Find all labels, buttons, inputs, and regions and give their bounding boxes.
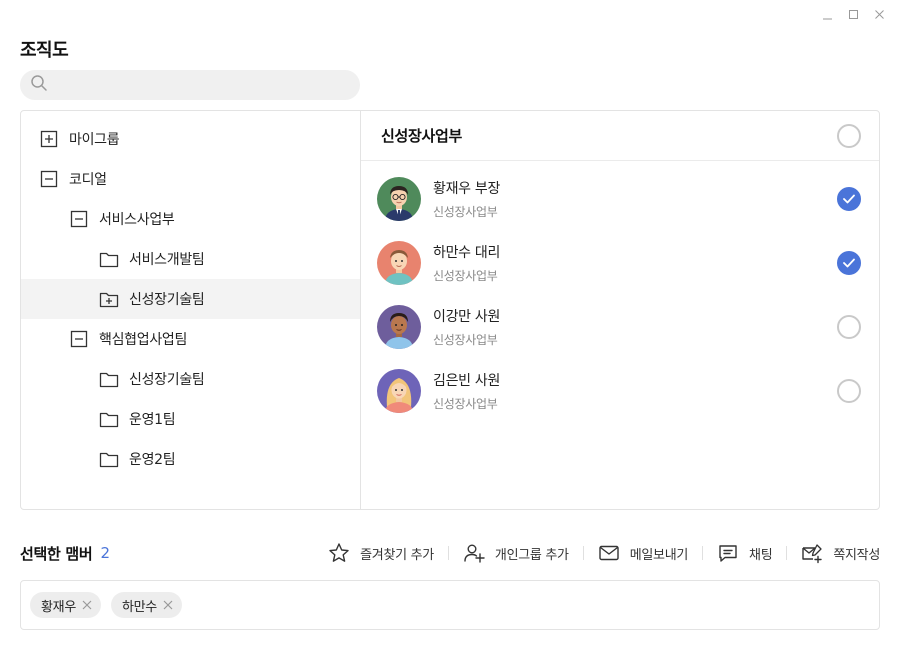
folder-plus-icon bbox=[99, 289, 119, 309]
member-name: 이강만 사원 bbox=[433, 309, 501, 325]
member-row[interactable]: 황재우 부장 신성장사업부 bbox=[361, 167, 879, 231]
tree-item-ops-team-1[interactable]: 운영1팀 bbox=[21, 399, 360, 439]
tree-item-label: 서비스사업부 bbox=[99, 212, 175, 228]
action-label: 채팅 bbox=[749, 547, 773, 563]
divider bbox=[702, 546, 704, 560]
member-checkbox[interactable] bbox=[837, 251, 861, 275]
tree-item-ops-team-2[interactable]: 운영2팀 bbox=[21, 439, 360, 479]
tree-item-label: 마이그룹 bbox=[69, 132, 120, 148]
member-name: 하만수 대리 bbox=[433, 245, 501, 261]
member-dept: 신성장사업부 bbox=[433, 333, 498, 347]
member-name: 김은빈 사원 bbox=[433, 373, 501, 389]
add-user-icon bbox=[463, 542, 485, 564]
tree-item-service-dev-team[interactable]: 서비스개발팀 bbox=[21, 239, 360, 279]
tree-item-core-collab-team[interactable]: 핵심협업사업팀 bbox=[21, 319, 360, 359]
avatar bbox=[377, 241, 421, 285]
minus-box-icon[interactable] bbox=[69, 329, 89, 349]
select-all-checkbox[interactable] bbox=[837, 123, 861, 148]
tree-item-label: 코디얼 bbox=[69, 172, 107, 188]
window-controls bbox=[820, 6, 886, 22]
close-icon[interactable] bbox=[872, 6, 886, 22]
avatar bbox=[377, 369, 421, 413]
tree-item-service-division[interactable]: 서비스사업부 bbox=[21, 199, 360, 239]
write-note-button[interactable]: 쪽지작성 bbox=[801, 542, 880, 564]
tree-item-label: 신성장기술팀 bbox=[129, 292, 205, 308]
member-dept: 신성장사업부 bbox=[433, 397, 498, 411]
folder-icon bbox=[99, 249, 119, 269]
search-bar[interactable] bbox=[20, 70, 360, 100]
divider bbox=[582, 546, 584, 560]
tree-item-label: 신성장기술팀 bbox=[129, 372, 205, 388]
member-row[interactable]: 하만수 대리 신성장사업부 bbox=[361, 231, 879, 295]
member-checkbox[interactable] bbox=[837, 315, 861, 339]
check-icon bbox=[843, 258, 855, 268]
minus-box-icon[interactable] bbox=[39, 169, 59, 189]
org-tree: 마이그룹 코디얼 서비스사업부 서비스개발팀 신성장기술팀 핵심협업사업팀 신성… bbox=[21, 111, 361, 509]
tree-item-label: 핵심협업사업팀 bbox=[99, 332, 188, 348]
folder-icon bbox=[99, 449, 119, 469]
action-label: 즐겨찾기 추가 bbox=[360, 547, 434, 563]
minimize-icon[interactable] bbox=[820, 6, 834, 22]
member-list-title: 신성장사업부 bbox=[381, 127, 463, 145]
selected-members-title: 선택한 맴버 bbox=[20, 544, 93, 563]
folder-icon bbox=[99, 369, 119, 389]
tree-item-company[interactable]: 코디얼 bbox=[21, 159, 360, 199]
action-label: 개인그룹 추가 bbox=[494, 547, 569, 563]
member-chip: 하만수 bbox=[110, 592, 182, 618]
action-label: 메일보내기 bbox=[629, 547, 689, 563]
tree-item-new-growth-tech-team-2[interactable]: 신성장기술팀 bbox=[21, 359, 360, 399]
mail-icon bbox=[598, 542, 620, 564]
member-row[interactable]: 김은빈 사원 신성장사업부 bbox=[361, 359, 879, 423]
member-name: 황재우 부장 bbox=[433, 181, 501, 197]
action-toolbar: 즐겨찾기 추가 개인그룹 추가 메일보내기 채팅 쪽지작성 bbox=[328, 542, 880, 564]
tree-item-label: 운영2팀 bbox=[129, 452, 176, 468]
tree-item-new-growth-tech-team[interactable]: 신성장기술팀 bbox=[21, 279, 360, 319]
search-icon bbox=[30, 74, 48, 96]
check-icon bbox=[843, 194, 855, 204]
selected-members-box: 황재우 하만수 bbox=[20, 580, 880, 630]
member-list-panel: 신성장사업부 황재우 부장 신성장사업부 하만수 대리 신성장사업부 이강만 사… bbox=[361, 111, 879, 509]
member-dept: 신성장사업부 bbox=[433, 205, 498, 219]
chip-label: 황재우 bbox=[41, 599, 76, 615]
minus-box-icon[interactable] bbox=[69, 209, 89, 229]
selected-members-bar: 선택한 맴버 2 즐겨찾기 추가 개인그룹 추가 메일보내기 채팅 쪽지작성 bbox=[20, 540, 880, 566]
member-dept: 신성장사업부 bbox=[433, 269, 498, 283]
selected-count-badge: 2 bbox=[100, 544, 110, 562]
member-row[interactable]: 이강만 사원 신성장사업부 bbox=[361, 295, 879, 359]
search-input[interactable] bbox=[54, 70, 360, 100]
chat-button[interactable]: 채팅 bbox=[717, 542, 773, 564]
tree-item-my-group[interactable]: 마이그룹 bbox=[21, 119, 360, 159]
maximize-icon[interactable] bbox=[846, 6, 860, 22]
member-list-header: 신성장사업부 bbox=[361, 111, 879, 161]
action-label: 쪽지작성 bbox=[833, 547, 880, 563]
org-panel: 마이그룹 코디얼 서비스사업부 서비스개발팀 신성장기술팀 핵심협업사업팀 신성… bbox=[20, 110, 880, 510]
member-chip: 황재우 bbox=[30, 592, 101, 618]
add-favorite-button[interactable]: 즐겨찾기 추가 bbox=[328, 542, 434, 564]
divider bbox=[786, 546, 788, 560]
chip-label: 하만수 bbox=[121, 599, 157, 615]
remove-chip-icon[interactable] bbox=[162, 599, 174, 611]
folder-icon bbox=[99, 409, 119, 429]
divider bbox=[447, 546, 449, 560]
chat-icon bbox=[717, 542, 739, 564]
tree-item-label: 운영1팀 bbox=[129, 412, 176, 428]
plus-box-icon[interactable] bbox=[39, 129, 59, 149]
member-checkbox[interactable] bbox=[837, 379, 861, 403]
remove-chip-icon[interactable] bbox=[81, 599, 93, 611]
member-checkbox[interactable] bbox=[837, 187, 861, 211]
note-icon bbox=[801, 542, 823, 564]
avatar bbox=[377, 305, 421, 349]
star-icon bbox=[328, 542, 350, 564]
avatar bbox=[377, 177, 421, 221]
page-title: 조직도 bbox=[20, 40, 69, 61]
add-personal-group-button[interactable]: 개인그룹 추가 bbox=[463, 542, 569, 564]
tree-item-label: 서비스개발팀 bbox=[129, 252, 205, 268]
send-mail-button[interactable]: 메일보내기 bbox=[598, 542, 688, 564]
